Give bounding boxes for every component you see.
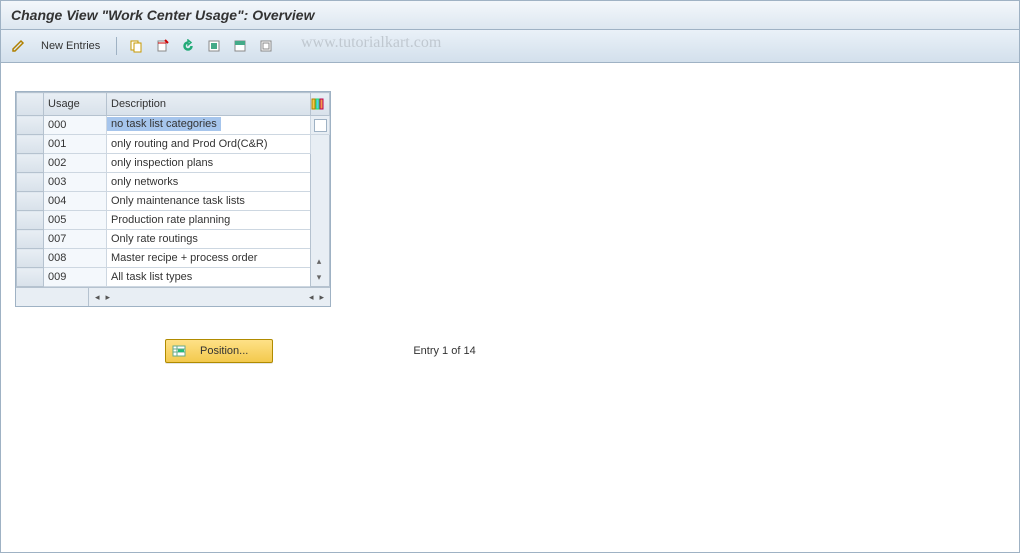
- undo-change-icon[interactable]: [177, 35, 199, 57]
- position-button[interactable]: Position...: [165, 339, 273, 363]
- position-icon: [172, 344, 186, 358]
- description-header[interactable]: Description: [107, 93, 311, 116]
- usage-cell[interactable]: 001: [44, 135, 107, 154]
- toolbar-separator: [116, 37, 117, 55]
- table-row: 001only routing and Prod Ord(C&R)▴▾: [17, 135, 330, 154]
- content-area: Usage Description 000no task list catego…: [1, 63, 1019, 363]
- table-row: 004Only maintenance task lists: [17, 192, 330, 211]
- scroll-down-icon[interactable]: ▾: [312, 270, 326, 284]
- row-selector[interactable]: [17, 116, 44, 135]
- select-block-icon[interactable]: [229, 35, 251, 57]
- row-selector[interactable]: [17, 154, 44, 173]
- table-row: 008Master recipe + process order: [17, 249, 330, 268]
- row-selector[interactable]: [17, 230, 44, 249]
- usage-cell[interactable]: 007: [44, 230, 107, 249]
- table-row: 000no task list categories: [17, 116, 330, 135]
- table-row: 005Production rate planning: [17, 211, 330, 230]
- configure-columns-icon[interactable]: [311, 93, 330, 116]
- description-cell[interactable]: no task list categories: [107, 116, 311, 135]
- description-cell[interactable]: Master recipe + process order: [107, 249, 311, 268]
- usage-cell[interactable]: 000: [44, 116, 107, 135]
- table-row: 002only inspection plans: [17, 154, 330, 173]
- horizontal-scrollbar: ◂ ▸ ◂ ▸: [16, 287, 330, 306]
- watermark-text: www.tutorialkart.com: [301, 34, 441, 52]
- new-entries-label: New Entries: [41, 40, 100, 52]
- scroll-top-cell[interactable]: [311, 116, 330, 135]
- table-row: 007Only rate routings: [17, 230, 330, 249]
- scroll-right-icon[interactable]: ◂: [307, 292, 316, 303]
- table-row: 003only networks: [17, 173, 330, 192]
- row-selector-header[interactable]: [17, 93, 44, 116]
- description-cell[interactable]: only routing and Prod Ord(C&R): [107, 135, 311, 154]
- application-toolbar: New Entries www.tutorialkart.com: [1, 30, 1019, 63]
- description-cell[interactable]: Only rate routings: [107, 230, 311, 249]
- page-title: Change View "Work Center Usage": Overvie…: [1, 1, 1019, 30]
- usage-header[interactable]: Usage: [44, 93, 107, 116]
- select-all-icon[interactable]: [203, 35, 225, 57]
- row-selector[interactable]: [17, 135, 44, 154]
- scroll-left-first-icon[interactable]: ◂: [93, 292, 102, 303]
- title-text: Change View "Work Center Usage": Overvie…: [11, 7, 314, 23]
- new-entries-button[interactable]: New Entries: [33, 36, 108, 56]
- entry-counter: Entry 1 of 14: [413, 345, 475, 357]
- usage-cell[interactable]: 003: [44, 173, 107, 192]
- vertical-scrollbar[interactable]: ▴▾: [311, 135, 330, 287]
- description-cell[interactable]: Only maintenance task lists: [107, 192, 311, 211]
- toggle-change-icon[interactable]: [7, 35, 29, 57]
- delete-icon[interactable]: [151, 35, 173, 57]
- row-selector[interactable]: [17, 211, 44, 230]
- description-cell[interactable]: only inspection plans: [107, 154, 311, 173]
- description-cell[interactable]: All task list types: [107, 268, 311, 287]
- position-button-label: Position...: [200, 345, 248, 357]
- scroll-up-icon[interactable]: ▴: [312, 254, 326, 268]
- data-grid: Usage Description 000no task list catego…: [15, 91, 331, 307]
- footer-row: Position... Entry 1 of 14: [15, 339, 1019, 363]
- deselect-all-icon[interactable]: [255, 35, 277, 57]
- scroll-left-icon[interactable]: ▸: [104, 292, 113, 303]
- scroll-right-last-icon[interactable]: ▸: [317, 292, 326, 303]
- usage-cell[interactable]: 009: [44, 268, 107, 287]
- description-cell[interactable]: only networks: [107, 173, 311, 192]
- description-cell[interactable]: Production rate planning: [107, 211, 311, 230]
- usage-cell[interactable]: 004: [44, 192, 107, 211]
- sap-window: Change View "Work Center Usage": Overvie…: [0, 0, 1020, 553]
- table-row: 009All task list types: [17, 268, 330, 287]
- row-selector[interactable]: [17, 268, 44, 287]
- usage-cell[interactable]: 008: [44, 249, 107, 268]
- usage-cell[interactable]: 002: [44, 154, 107, 173]
- row-selector[interactable]: [17, 249, 44, 268]
- copy-as-icon[interactable]: [125, 35, 147, 57]
- usage-cell[interactable]: 005: [44, 211, 107, 230]
- row-selector[interactable]: [17, 173, 44, 192]
- row-selector[interactable]: [17, 192, 44, 211]
